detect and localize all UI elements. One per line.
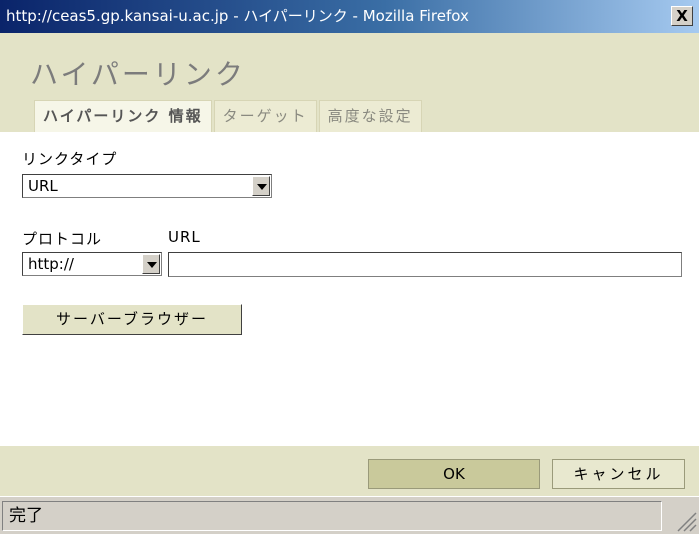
dialog-header: ハイパーリンク ハイパーリンク 情報 ターゲット 高度な設定 <box>0 33 699 132</box>
protocol-value: http:// <box>28 255 74 273</box>
tab-target[interactable]: ターゲット <box>213 100 317 132</box>
tab-advanced[interactable]: 高度な設定 <box>318 100 422 132</box>
window-title: http://ceas5.gp.kansai-u.ac.jp - ハイパーリンク… <box>6 7 469 25</box>
dialog-content: リンクタイプ URL プロトコル URL http:// サーバーブラウザー <box>0 132 699 446</box>
protocol-select[interactable]: http:// <box>22 252 162 276</box>
url-input[interactable] <box>168 252 682 277</box>
link-type-select[interactable]: URL <box>22 174 272 198</box>
tab-bar: ハイパーリンク 情報 ターゲット 高度な設定 <box>34 100 424 132</box>
cancel-button[interactable]: キャンセル <box>552 459 685 489</box>
server-browser-button[interactable]: サーバーブラウザー <box>22 304 242 335</box>
url-label: URL <box>168 228 201 246</box>
protocol-label: プロトコル <box>22 230 103 248</box>
chevron-down-icon[interactable] <box>142 254 160 274</box>
status-text: 完了 <box>2 501 662 531</box>
window-titlebar: http://ceas5.gp.kansai-u.ac.jp - ハイパーリンク… <box>0 0 699 33</box>
tab-hyperlink-info[interactable]: ハイパーリンク 情報 <box>34 100 212 132</box>
resize-grip-icon[interactable] <box>669 504 697 532</box>
status-bar: 完了 <box>0 496 699 534</box>
dialog-footer: OK キャンセル <box>0 446 699 496</box>
close-button[interactable]: X <box>671 6 693 26</box>
link-type-label: リンクタイプ <box>22 150 118 168</box>
ok-button[interactable]: OK <box>368 459 540 489</box>
chevron-down-icon[interactable] <box>252 176 270 196</box>
link-type-value: URL <box>28 177 58 195</box>
dialog-title: ハイパーリンク <box>30 58 246 91</box>
